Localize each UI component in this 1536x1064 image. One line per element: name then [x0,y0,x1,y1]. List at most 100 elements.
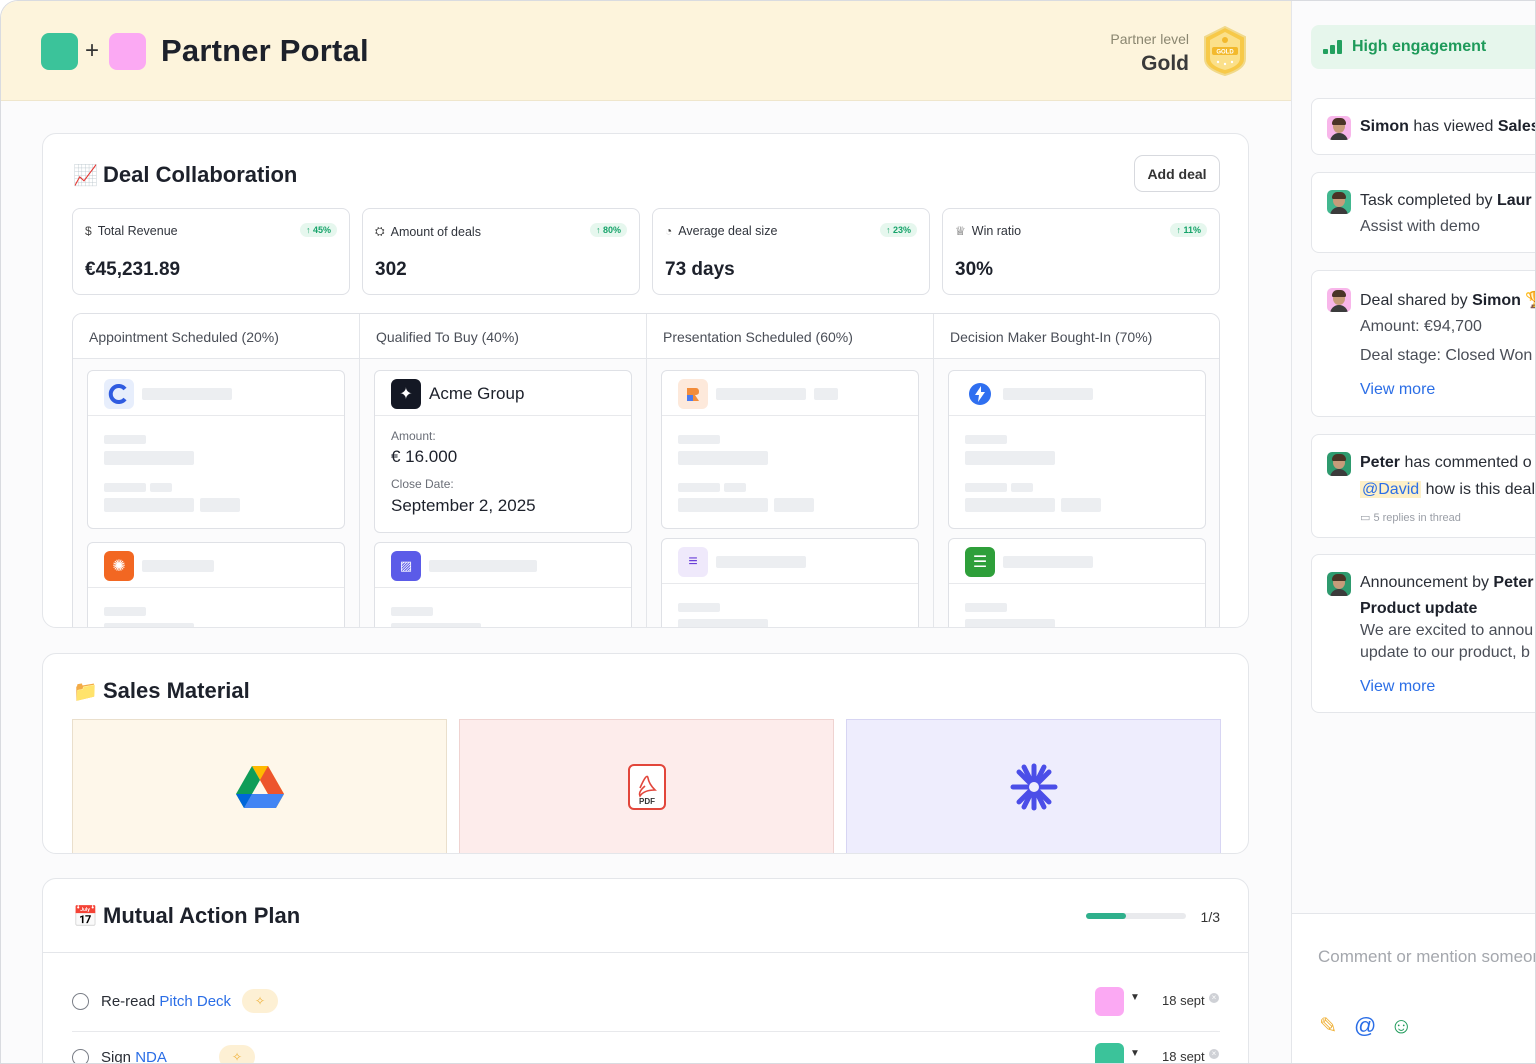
stat-win-ratio: ♕ Win ratio ↑ 11% 30% [942,208,1220,295]
stat-amount-of-deals: ⛭ Amount of deals ↑ 80% 302 [362,208,640,295]
action-plan-progress-text: 1/3 [1200,909,1220,925]
deal-amount-value: € 16.000 [391,447,458,466]
partner-logo [41,33,78,70]
task-due-date: 18 sept [1162,993,1205,1008]
replies-link[interactable]: ▭ 5 replies in thread [1360,511,1461,524]
sparkle-icon[interactable]: ✧ [219,1045,255,1063]
signal-bars-icon [1323,40,1342,54]
avatar [1327,572,1351,596]
sun-logo-icon: ✺ [104,551,134,581]
calendar-icon: 📅 [73,905,98,928]
logo-plus: + [85,37,100,64]
deal-company-name: Acme Group [429,384,525,403]
main-area: + Partner Portal Partner level Gold GOLD… [1,1,1291,1064]
deal-collaboration-title: 📈 Deal Collaboration [73,162,298,187]
google-drive-icon [235,766,284,808]
task-link[interactable]: NDA [135,1049,167,1063]
stat-delta: ↑ 45% [299,223,337,237]
chevron-down-icon[interactable]: ▼ [1130,992,1140,1003]
stage-header: Appointment Scheduled (20%) [73,314,359,359]
activity-item[interactable]: Simon has viewed Sales [1311,98,1536,155]
chat-bubble-icon: ▭ [1360,512,1374,524]
mention-chip[interactable]: @David [1360,481,1422,498]
sparkle-icon[interactable]: ✧ [242,989,278,1013]
mention-icon[interactable]: @ [1354,1014,1376,1038]
smiley-icon[interactable]: ☺ [1390,1014,1412,1038]
stage-header: Qualified To Buy (40%) [360,314,646,359]
activity-deal-stage: Deal stage: Closed Won [1360,347,1533,364]
deal-close-date-label: Close Date: [391,477,454,491]
task-text: Sign NDA [101,1049,167,1064]
activity-text: Deal shared by Simon 🏆 [1360,290,1535,310]
deal-tile-acme[interactable]: ✦ Acme Group Amount: € 16.000 Close Date… [374,370,632,533]
task-link[interactable]: Pitch Deck [159,993,231,1010]
activity-text: Peter has commented o [1360,454,1532,471]
deal-tile[interactable] [661,370,919,529]
avatar [1327,116,1351,140]
stat-delta: ↑ 11% [1170,223,1207,237]
task-due-date: 18 sept [1162,1049,1205,1064]
add-deal-button[interactable]: Add deal [1134,155,1220,192]
activity-detail: Assist with demo [1360,218,1481,235]
deal-tile[interactable]: ≡ [661,538,919,627]
activity-text: Simon has viewed Sales [1360,118,1536,135]
activity-item[interactable]: Task completed by Laur Assist with demo [1311,172,1535,253]
task-row: Sign NDA ✧ ▼ 18 sept × [72,1032,1220,1064]
avatar [1327,190,1351,214]
stage-column-appointment: Appointment Scheduled (20%) ✺ [73,314,360,627]
mutual-action-plan-title: 📅 Mutual Action Plan [73,903,301,928]
gold-badge-text: GOLD [1216,50,1234,56]
stat-delta: ↑ 80% [589,223,627,237]
stage-header: Decision Maker Bought-In (70%) [934,314,1219,359]
stage-header: Presentation Scheduled (60%) [647,314,933,359]
task-checkbox[interactable] [72,1049,89,1063]
comment-composer: ✎ @ ☺ [1292,913,1535,1063]
close-icon[interactable]: × [1209,993,1219,1003]
task-owner-avatar[interactable] [1095,987,1124,1016]
activity-text: Announcement by Peter [1360,574,1534,591]
company-logo [109,33,146,70]
engagement-badge: High engagement [1311,25,1535,69]
deal-close-date-value: September 2, 2025 [391,496,536,515]
company-c-logo-icon [104,379,134,409]
activity-item[interactable]: Peter has commented o @David how is this… [1311,434,1536,538]
close-icon[interactable]: × [1209,1049,1219,1059]
sparkle-logo-icon: ✦ [391,379,421,409]
stat-average-deal-size: ◔ Average deal size ↑ 23% 73 days [652,208,930,295]
task-owner-avatar[interactable] [1095,1043,1124,1063]
activity-item[interactable]: Announcement by Peter Product update We … [1311,554,1535,713]
paperclip-icon[interactable]: ✎ [1319,1014,1337,1038]
activity-amount: Amount: €94,700 [1360,318,1482,335]
asterisk-icon [1010,763,1057,811]
activity-item[interactable]: Deal shared by Simon 🏆 Amount: €94,700 D… [1311,270,1535,417]
comment-input[interactable] [1318,944,1535,970]
view-more-link[interactable]: View more [1360,381,1435,399]
deal-tile[interactable] [87,370,345,529]
view-more-link[interactable]: View more [1360,678,1435,696]
deal-tile[interactable]: ✺ [87,542,345,627]
bolt-logo-icon [965,379,995,409]
mutual-action-plan-card: 📅 Mutual Action Plan 1/3 Re-read Pitch D… [42,878,1249,1064]
stat-total-revenue: $ Total Revenue ↑ 45% €45,231.89 [72,208,350,295]
app-window: + Partner Portal Partner level Gold GOLD… [0,0,1536,1064]
activity-comment: @David how is this deal g [1360,481,1536,498]
trophy-icon: 🏆 [1525,292,1535,309]
announcement-body: We are excited to annou [1360,622,1534,639]
material-asterisk[interactable] [846,719,1221,853]
sales-material-card: 📁 Sales Material PDF [42,653,1249,854]
deal-tile[interactable]: ▨ [374,542,632,627]
chevron-down-icon[interactable]: ▼ [1130,1048,1140,1059]
stage-column-decision-maker: Decision Maker Bought-In (70%) ☰ [934,314,1219,627]
action-plan-progress-bar [1086,913,1186,919]
task-checkbox[interactable] [72,993,89,1010]
partner-level-label: Partner level [1110,31,1189,47]
material-pdf[interactable]: PDF [459,719,834,853]
material-google-drive[interactable] [72,719,447,853]
activity-panel: High engagement Simon has viewed Sales T… [1291,1,1536,1063]
announcement-headline: Product update [1360,600,1478,617]
deal-tile[interactable] [948,370,1206,529]
deal-tile[interactable]: ☰ [948,538,1206,627]
top-bar: + Partner Portal Partner level Gold GOLD [1,1,1291,101]
ribbon-logo-icon [678,379,708,409]
announcement-body: update to our product, b [1360,644,1530,661]
